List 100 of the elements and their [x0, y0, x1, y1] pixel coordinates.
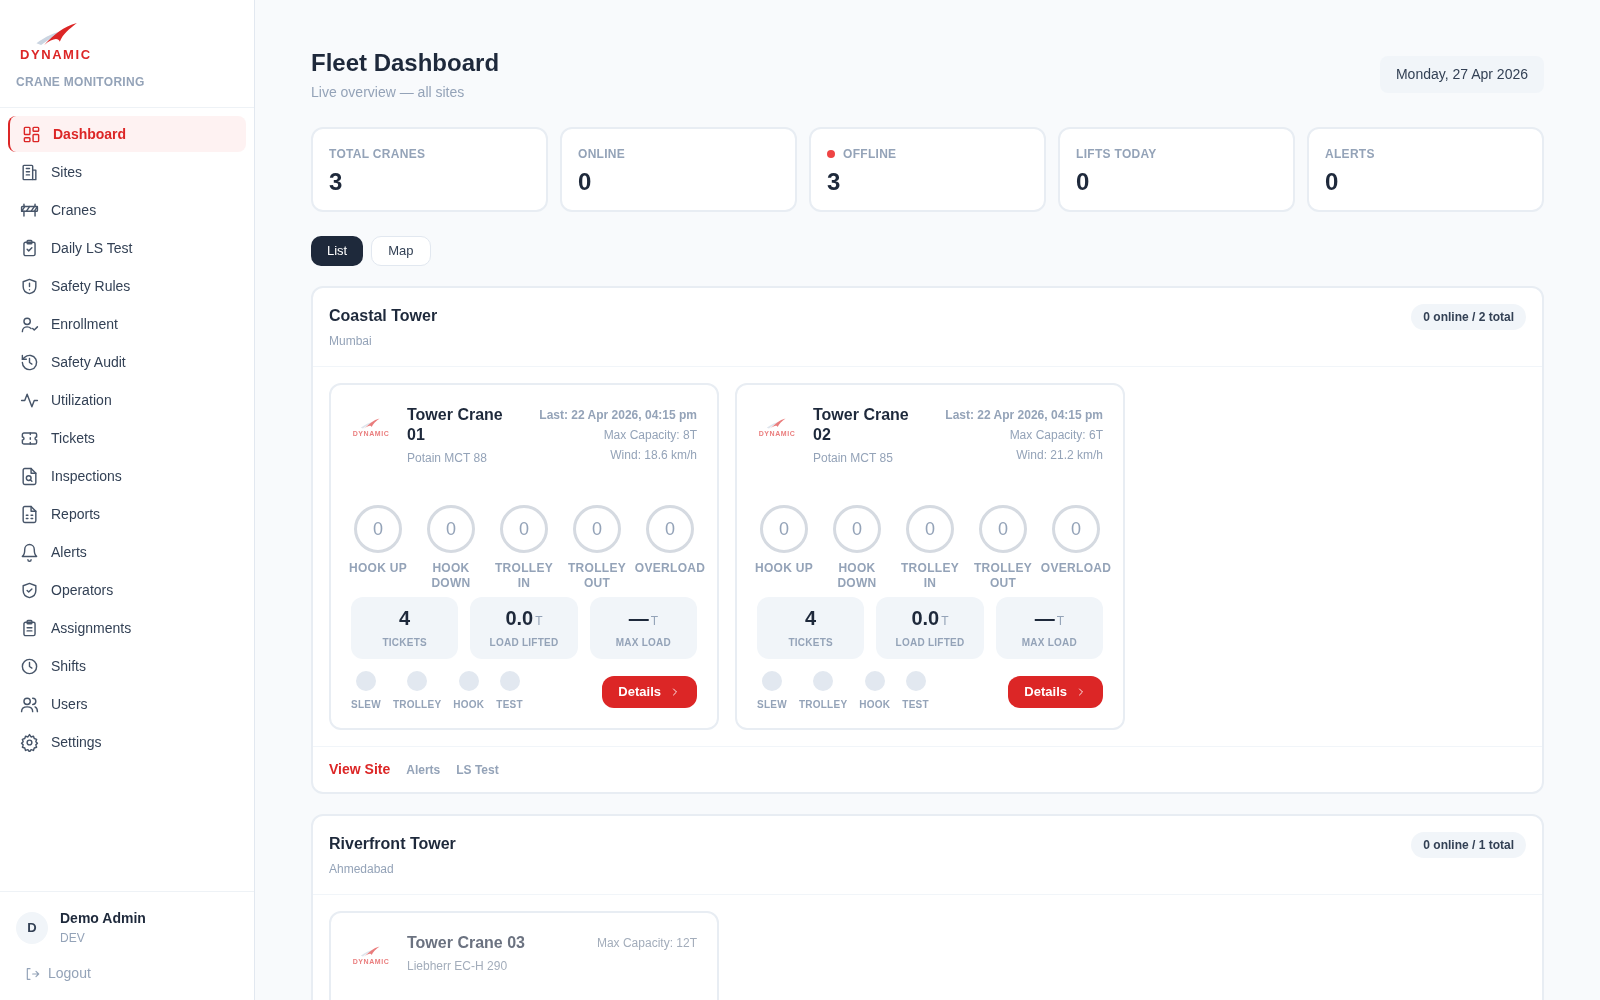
crane-name: Tower Crane 02 — [813, 405, 910, 445]
metric-value: 0.0 — [505, 606, 534, 631]
indicator-label: TROLLEY — [392, 698, 442, 712]
stat-value: 0 — [1325, 167, 1340, 197]
site-link[interactable]: View Site — [329, 759, 391, 780]
indicator-label: TEST — [496, 698, 523, 712]
counter-ring: 0 — [573, 505, 621, 553]
counter-ring: 0 — [500, 505, 548, 553]
nav-item[interactable]: Tickets — [8, 420, 246, 456]
metric-unit: T — [941, 613, 949, 630]
nav-item[interactable]: Cranes — [8, 192, 246, 228]
logo-wordmark: DYNAMIC — [20, 48, 92, 61]
logout-icon — [24, 965, 40, 982]
metric-label: TICKETS — [382, 636, 427, 650]
counter-label: TROLLEY IN — [493, 561, 555, 591]
max-capacity: Max Capacity: 12T — [596, 935, 697, 952]
nav-item[interactable]: Safety Audit — [8, 344, 246, 380]
settings-icon — [20, 732, 39, 752]
counter-ring: 0 — [979, 505, 1027, 553]
stat-label: OFFLINE — [843, 146, 897, 163]
file-text-icon — [20, 504, 39, 524]
site-city: Ahmedabad — [329, 861, 395, 878]
counter-ring: 0 — [1052, 505, 1100, 553]
last-update: Last: 22 Apr 2026, 04:15 pm — [945, 407, 1103, 424]
nav-item[interactable]: Alerts — [8, 534, 246, 570]
counter-label: OVERLOAD — [634, 561, 706, 576]
wind-speed: Wind: 18.6 km/h — [609, 447, 697, 464]
grid-icon — [22, 124, 41, 144]
clock-icon — [20, 656, 39, 676]
history-icon — [20, 352, 39, 372]
nav-item[interactable]: Dashboard — [8, 116, 246, 152]
user-role: DEV — [60, 930, 86, 947]
counter-ring: 0 — [833, 505, 881, 553]
metric-value: 0.0 — [911, 606, 940, 631]
nav-item[interactable]: Settings — [8, 724, 246, 760]
crane-model: Liebherr EC-H 290 — [407, 958, 509, 975]
nav-item[interactable]: Inspections — [8, 458, 246, 494]
wind-speed: Wind: 21.2 km/h — [1015, 447, 1103, 464]
details-button[interactable]: Details — [1008, 675, 1103, 708]
stat-label: TOTAL CRANES — [329, 146, 426, 163]
indicator-label: TEST — [902, 698, 929, 712]
brand-subtitle: CRANE MONITORING — [16, 74, 146, 91]
stat-value: 0 — [578, 167, 593, 197]
counter-label: HOOK UP — [348, 561, 408, 576]
metric-value: 4 — [805, 606, 817, 631]
building-icon — [20, 162, 39, 182]
counter-ring: 0 — [354, 505, 402, 553]
counter-ring: 0 — [427, 505, 475, 553]
crane-name: Tower Crane 01 — [407, 405, 504, 445]
stat-label: ONLINE — [578, 146, 626, 163]
nav-item[interactable]: Reports — [8, 496, 246, 532]
metric-value: — — [628, 606, 649, 631]
metric-label: MAX LOAD — [1021, 636, 1077, 650]
clipboard-list-icon — [20, 618, 39, 638]
clipboard-check-icon — [20, 238, 39, 258]
nav-item[interactable]: Enrollment — [8, 306, 246, 342]
crane-name: Tower Crane 03 — [407, 933, 526, 953]
counter-label: TROLLEY OUT — [566, 561, 628, 591]
last-update: Last: 22 Apr 2026, 04:15 pm — [539, 407, 697, 424]
nav-item[interactable]: Utilization — [8, 382, 246, 418]
indicator-label: SLEW — [351, 698, 381, 712]
page-title: Fleet Dashboard — [311, 48, 500, 78]
metric-unit: T — [535, 613, 543, 630]
stat-label: LIFTS TODAY — [1076, 146, 1157, 163]
shield-check-icon — [20, 580, 39, 600]
counter-label: HOOK UP — [754, 561, 814, 576]
counter-label: HOOK DOWN — [430, 561, 472, 591]
indicator-label: HOOK — [859, 698, 891, 712]
counter-ring: 0 — [760, 505, 808, 553]
crane-model: Potain MCT 85 — [813, 450, 894, 467]
metric-value: 4 — [399, 606, 411, 631]
metric-label: LOAD LIFTED — [489, 636, 559, 650]
date-label: Monday, 27 Apr 2026 — [1379, 56, 1544, 93]
counter-label: TROLLEY OUT — [972, 561, 1034, 591]
stat-value: 0 — [1076, 167, 1091, 197]
view-tab[interactable]: List — [311, 236, 364, 266]
max-capacity: Max Capacity: 8T — [602, 427, 697, 444]
site-status-badge: 0 online / 2 total — [1411, 304, 1526, 330]
file-search-icon — [20, 466, 39, 486]
page-subtitle: Live overview — all sites — [311, 83, 466, 102]
site-status-badge: 0 online / 1 total — [1411, 832, 1526, 858]
indicator-label: HOOK — [453, 698, 485, 712]
nav-item[interactable]: Shifts — [8, 648, 246, 684]
nav-item[interactable]: Daily LS Test — [8, 230, 246, 266]
details-button[interactable]: Details — [602, 675, 697, 708]
nav-item[interactable]: Sites — [8, 154, 246, 190]
site-name: Coastal Tower — [329, 306, 438, 326]
metric-label: TICKETS — [788, 636, 833, 650]
metric-value: — — [1034, 606, 1055, 631]
user-avatar: D — [16, 911, 48, 944]
nav-item[interactable]: Safety Rules — [8, 268, 246, 304]
metric-label: MAX LOAD — [615, 636, 671, 650]
view-tab[interactable]: Map — [371, 236, 431, 266]
counter-label: OVERLOAD — [1040, 561, 1112, 576]
crane-model: Potain MCT 88 — [407, 450, 488, 467]
indicator-label: TROLLEY — [798, 698, 848, 712]
nav-item[interactable]: Users — [8, 686, 246, 722]
max-capacity: Max Capacity: 6T — [1008, 427, 1103, 444]
nav-item[interactable]: Assignments — [8, 610, 246, 646]
nav-item[interactable]: Operators — [8, 572, 246, 608]
